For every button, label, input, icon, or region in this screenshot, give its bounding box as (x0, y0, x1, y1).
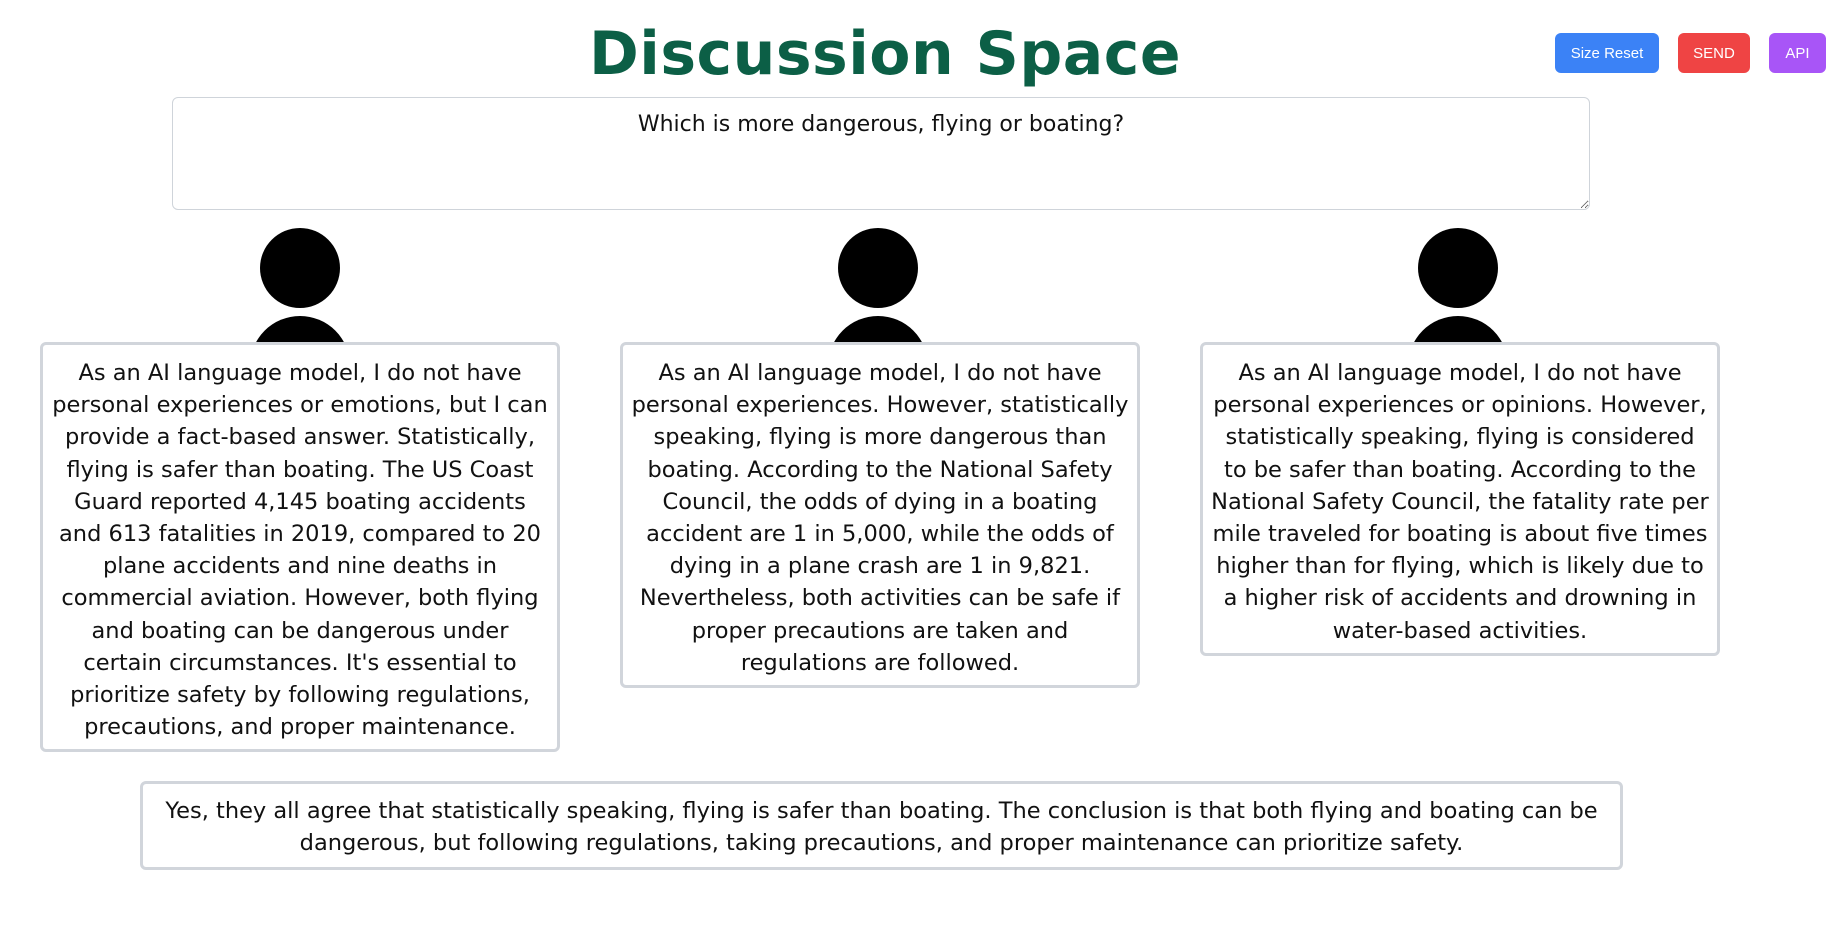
user-icon (1408, 228, 1508, 343)
agent-response-card-1: As an AI language model, I do not have p… (40, 342, 560, 752)
summary-box: Yes, they all agree that statistically s… (140, 781, 1623, 870)
page-title: Discussion Space (588, 19, 1182, 89)
send-button[interactable]: SEND (1678, 33, 1750, 73)
discussion-page: Discussion Space Size Reset SEND API Whi… (0, 0, 1829, 940)
size-reset-button[interactable]: Size Reset (1555, 33, 1659, 73)
user-icon (250, 228, 350, 343)
user-icon (828, 228, 928, 343)
avatar-head (1418, 228, 1498, 308)
question-input[interactable]: Which is more dangerous, flying or boati… (172, 97, 1590, 210)
agent-response-card-2: As an AI language model, I do not have p… (620, 342, 1140, 688)
avatar-head (838, 228, 918, 308)
avatar-body (828, 316, 928, 343)
avatar-body (250, 316, 350, 343)
agent-response-card-3: As an AI language model, I do not have p… (1200, 342, 1720, 656)
avatar-body (1408, 316, 1508, 343)
avatar-head (260, 228, 340, 308)
api-button[interactable]: API (1769, 33, 1826, 73)
